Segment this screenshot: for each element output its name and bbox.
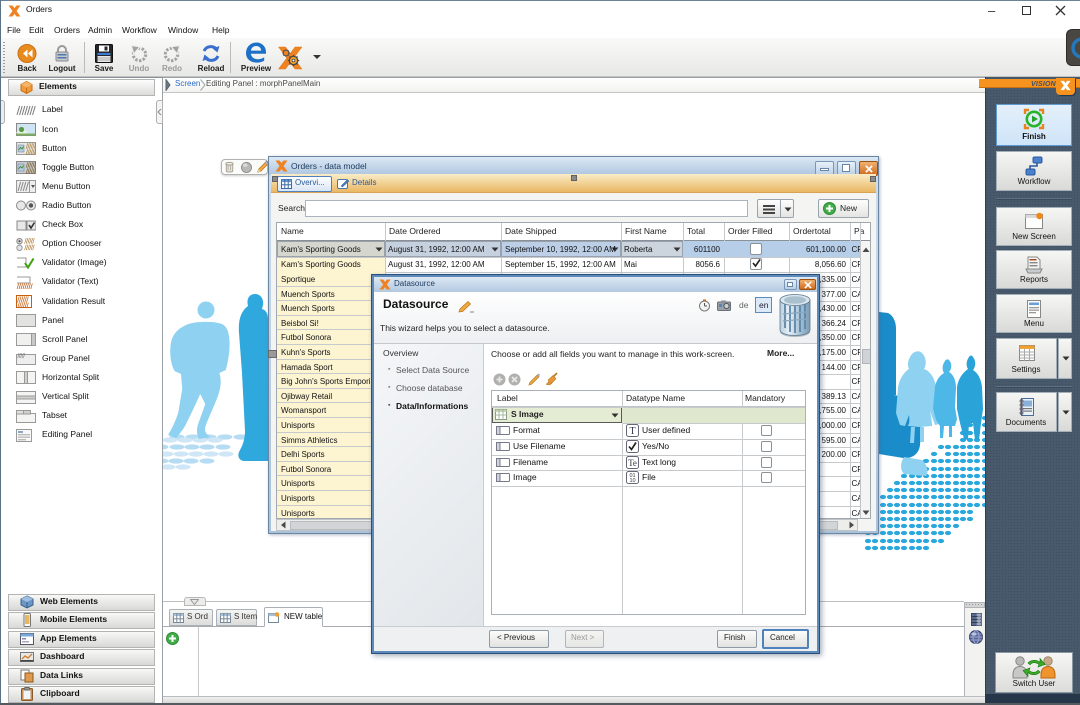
svg-text:T: T [629,426,635,437]
svg-text:Te: Te [628,458,637,468]
svg-text:10: 10 [629,478,635,484]
